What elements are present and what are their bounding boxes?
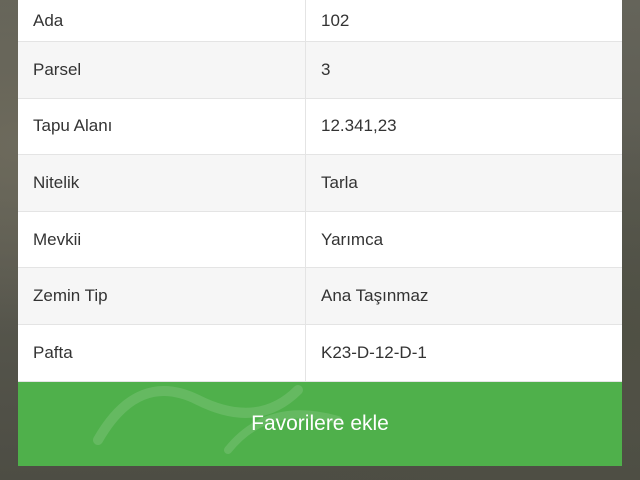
- table-row: Pafta K23-D-12-D-1: [18, 324, 622, 382]
- table-row: Ada 102: [18, 0, 622, 42]
- table-row: Tapu Alanı 12.341,23: [18, 98, 622, 156]
- row-value: 102: [321, 10, 350, 30]
- row-value: 12.341,23: [321, 116, 397, 136]
- table-row: Zemin Tip Ana Taşınmaz: [18, 268, 622, 325]
- row-value: Yarımca: [321, 229, 384, 249]
- row-label: Pafta: [18, 324, 306, 381]
- table-row: Mevkii Yarımca: [18, 211, 622, 269]
- parcel-details-table: Ada 102 Parsel 3 Tapu Alanı 12.341,23 Ni…: [18, 0, 622, 382]
- row-value: Tarla: [321, 172, 358, 192]
- parcel-details-dialog: Ada 102 Parsel 3 Tapu Alanı 12.341,23 Ni…: [18, 0, 622, 466]
- row-value: 3: [321, 59, 331, 79]
- table-row: Parsel 3: [18, 42, 622, 99]
- row-label: Ada: [18, 0, 306, 41]
- row-label: Mevkii: [18, 211, 306, 268]
- row-label: Nitelik: [18, 155, 306, 211]
- row-label: Tapu Alanı: [18, 98, 306, 155]
- row-label: Parsel: [18, 42, 306, 98]
- row-value: K23-D-12-D-1: [321, 342, 427, 362]
- row-value: Ana Taşınmaz: [321, 286, 429, 306]
- row-label: Zemin Tip: [18, 268, 306, 324]
- table-row: Nitelik Tarla: [18, 155, 622, 212]
- add-to-favorites-button[interactable]: Favorilere ekle: [18, 382, 622, 466]
- add-to-favorites-label: Favorilere ekle: [251, 412, 389, 435]
